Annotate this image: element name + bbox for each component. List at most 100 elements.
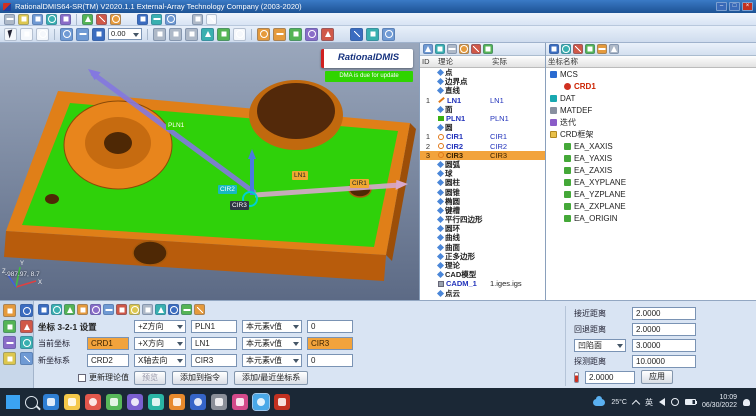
view-side-icon[interactable]	[185, 28, 198, 41]
method-icon[interactable]	[64, 304, 75, 315]
cir2-label[interactable]: CIR2	[218, 185, 237, 194]
tree-row[interactable]: 点	[420, 68, 545, 77]
app-icon[interactable]	[190, 394, 206, 410]
tree-row[interactable]: 面	[420, 105, 545, 114]
zoom-fit-icon[interactable]	[92, 28, 105, 41]
stop-program-icon[interactable]	[96, 14, 107, 25]
tree-row[interactable]: CAD模型	[420, 270, 545, 279]
cone-feature-icon[interactable]	[321, 28, 334, 41]
app-icon[interactable]	[169, 394, 185, 410]
search-distance-field[interactable]: 10.0000	[632, 355, 696, 368]
3d-viewport[interactable]: X Y Z PLN1 LN1 CIR1 CIR2 CIR3 RationalDM…	[0, 43, 420, 300]
hidden-icons-chevron[interactable]	[632, 399, 640, 407]
tree-row[interactable]: 曲面	[420, 243, 545, 252]
volume-icon[interactable]	[659, 398, 665, 406]
refresh-icon[interactable]	[483, 44, 493, 54]
probe-manager-icon[interactable]	[110, 14, 121, 25]
weather-temperature[interactable]: 25°C	[611, 399, 627, 406]
tree-row[interactable]: 正多边形	[420, 252, 545, 261]
app-icon[interactable]	[211, 394, 227, 410]
minimize-button[interactable]: –	[716, 2, 727, 11]
open-file-icon[interactable]	[18, 14, 29, 25]
tree-row[interactable]: 圆弧	[420, 160, 545, 169]
coord-row[interactable]: MCS	[546, 68, 756, 80]
alignment-icon[interactable]	[366, 28, 379, 41]
z-element-field[interactable]: PLN1	[191, 320, 237, 333]
circle-feature-icon[interactable]	[257, 28, 270, 41]
select-cursor-icon[interactable]	[4, 28, 17, 41]
export-icon[interactable]	[60, 14, 71, 25]
shaded-view-icon[interactable]	[217, 28, 230, 41]
help-icon[interactable]	[206, 14, 217, 25]
coord-row[interactable]: EA_ZAXIS	[546, 164, 756, 176]
zoom-level-combo[interactable]: 0.00	[108, 28, 142, 40]
run-program-icon[interactable]	[82, 14, 93, 25]
sort-icon[interactable]	[435, 44, 445, 54]
main-menu-icon[interactable]	[4, 14, 15, 25]
retract-distance-field[interactable]: 2.0000	[632, 323, 696, 336]
app-icon[interactable]	[274, 394, 290, 410]
delete-coordinate-icon[interactable]	[573, 44, 583, 54]
zoom-in-icon[interactable]	[60, 28, 73, 41]
view-front-icon[interactable]	[153, 28, 166, 41]
zoom-out-icon[interactable]	[76, 28, 89, 41]
tree-row[interactable]: 边界点	[420, 77, 545, 86]
view-iso-icon[interactable]	[201, 28, 214, 41]
x-value-field[interactable]: CIR3	[307, 337, 353, 350]
cir3-label[interactable]: CIR3	[230, 201, 249, 210]
setup-tool-icon[interactable]	[20, 320, 33, 333]
rationaldmis-taskbar-icon[interactable]	[253, 394, 269, 410]
x-mode-dropdown[interactable]: 本元素v值	[242, 337, 302, 350]
close-button[interactable]: ×	[742, 2, 753, 11]
new-coordinate-icon[interactable]	[549, 44, 559, 54]
save-coordinate-icon[interactable]	[585, 44, 595, 54]
z-mode-dropdown[interactable]: 本元素v值	[242, 320, 302, 333]
view-top-icon[interactable]	[169, 28, 182, 41]
save-icon[interactable]	[32, 14, 43, 25]
measure-plan-icon[interactable]	[151, 14, 162, 25]
expand-all-icon[interactable]	[447, 44, 457, 54]
tree-row[interactable]: 2CIR2CIR2	[420, 142, 545, 151]
app-icon[interactable]	[106, 394, 122, 410]
network-icon[interactable]	[671, 398, 679, 406]
origin-element-field[interactable]: CIR3	[191, 354, 237, 367]
tree-row[interactable]: 键槽	[420, 206, 545, 215]
activate-coordinate-icon[interactable]	[597, 44, 607, 54]
edit-coordinate-icon[interactable]	[561, 44, 571, 54]
report-icon[interactable]	[137, 14, 148, 25]
z-value-field[interactable]: 0	[307, 320, 353, 333]
file-explorer-icon[interactable]	[64, 394, 80, 410]
tree-row[interactable]: 圆锥	[420, 187, 545, 196]
coord-row[interactable]: EA_YAXIS	[546, 152, 756, 164]
show-labels-icon[interactable]	[459, 44, 469, 54]
setup-tool-icon[interactable]	[20, 304, 33, 317]
delete-feature-icon[interactable]	[471, 44, 481, 54]
tree-row-selected[interactable]: 3CIR3CIR3	[420, 151, 545, 160]
approach-distance-field[interactable]: 2.0000	[632, 307, 696, 320]
app-icon[interactable]	[127, 394, 143, 410]
tree-row[interactable]: 椭圆	[420, 197, 545, 206]
coord-row[interactable]: MATDEF	[546, 104, 756, 116]
tree-row[interactable]: 圆柱	[420, 178, 545, 187]
coord-row[interactable]: EA_XAXIS	[546, 140, 756, 152]
method-icon[interactable]	[129, 304, 140, 315]
setup-tool-icon[interactable]	[3, 320, 16, 333]
origin-value-field[interactable]: 0	[307, 354, 353, 367]
setup-tool-icon[interactable]	[3, 336, 16, 349]
import-icon[interactable]	[46, 14, 57, 25]
z-direction-dropdown[interactable]: +Z方向	[134, 320, 186, 333]
add-recent-coordinate-button[interactable]: 添加/最近坐标系	[234, 371, 308, 385]
line-feature-icon[interactable]	[273, 28, 286, 41]
tree-row[interactable]: 点云	[420, 289, 545, 298]
tree-row[interactable]: 圆	[420, 123, 545, 132]
method-icon[interactable]	[77, 304, 88, 315]
face-mode-dropdown[interactable]: 凹陷面	[574, 339, 626, 352]
current-coordinate-field[interactable]: CRD1	[87, 337, 129, 350]
setup-tool-icon[interactable]	[3, 304, 16, 317]
method-321-icon[interactable]	[38, 304, 49, 315]
coord-row[interactable]: 迭代	[546, 116, 756, 128]
app-icon[interactable]	[232, 394, 248, 410]
tree-row[interactable]: 曲线	[420, 233, 545, 242]
method-icon[interactable]	[168, 304, 179, 315]
tree-row[interactable]: 1CIR1CIR1	[420, 132, 545, 141]
